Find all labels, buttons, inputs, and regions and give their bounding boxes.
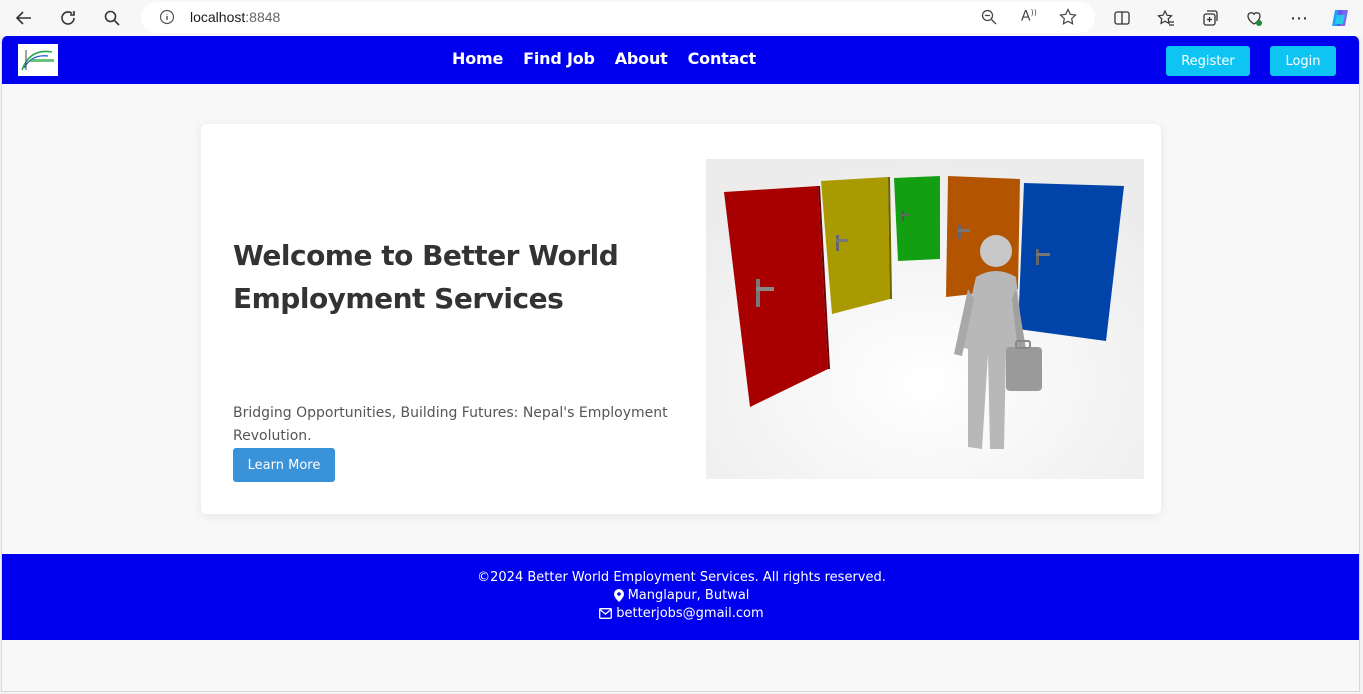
hero-card: Welcome to Better World Employment Servi… xyxy=(201,124,1161,514)
info-icon[interactable] xyxy=(159,9,175,29)
site-logo[interactable] xyxy=(18,44,58,76)
split-screen-icon[interactable] xyxy=(1110,6,1134,30)
nav-links: Home Find Job About Contact xyxy=(452,49,756,68)
login-button[interactable]: Login xyxy=(1270,46,1336,76)
hero-subtitle: Bridging Opportunities, Building Futures… xyxy=(233,405,668,444)
copilot-icon[interactable] xyxy=(1328,6,1352,30)
nav-link-contact[interactable]: Contact xyxy=(688,49,757,68)
url-text: localhost:8848 xyxy=(190,9,281,25)
address-bar[interactable]: localhost:8848 A)) xyxy=(141,2,1095,33)
footer-email[interactable]: betterjobs@gmail.com xyxy=(616,606,763,621)
search-icon[interactable] xyxy=(100,6,124,30)
hero-image-doors xyxy=(706,159,1144,479)
door-green xyxy=(894,176,940,261)
browser-essentials-icon[interactable] xyxy=(1242,6,1266,30)
site-navbar: Home Find Job About Contact Register Log… xyxy=(2,36,1359,84)
zoom-out-icon[interactable] xyxy=(981,9,997,29)
footer-copyright: ©2024 Better World Employment Services. … xyxy=(477,570,886,585)
door-blue xyxy=(1018,183,1124,341)
hero-title: Welcome to Better World Employment Servi… xyxy=(233,239,619,315)
more-options-icon[interactable]: ⋯ xyxy=(1287,6,1311,30)
map-pin-icon xyxy=(613,589,624,602)
favorite-star-icon[interactable] xyxy=(1059,8,1077,30)
site-footer: ©2024 Better World Employment Services. … xyxy=(2,554,1359,640)
door-yellow xyxy=(821,177,890,314)
nav-link-home[interactable]: Home xyxy=(452,49,503,68)
logo-graphic xyxy=(21,50,54,71)
collections-icon[interactable] xyxy=(1198,6,1222,30)
refresh-icon[interactable] xyxy=(56,6,80,30)
read-aloud-icon[interactable]: A)) xyxy=(1021,8,1037,25)
footer-address-row: Manglapur, Butwal xyxy=(2,588,1359,603)
envelope-icon xyxy=(599,608,613,619)
browser-toolbar: localhost:8848 A)) ⋯ xyxy=(0,0,1363,36)
learn-more-button[interactable]: Learn More xyxy=(233,448,335,482)
nav-link-find-job[interactable]: Find Job xyxy=(523,49,595,68)
register-button[interactable]: Register xyxy=(1166,46,1250,76)
page-viewport: Home Find Job About Contact Register Log… xyxy=(1,36,1360,692)
footer-email-row: betterjobs@gmail.com xyxy=(2,606,1359,621)
nav-link-about[interactable]: About xyxy=(615,49,668,68)
footer-address: Manglapur, Butwal xyxy=(627,588,750,603)
favorites-icon[interactable] xyxy=(1154,6,1178,30)
back-icon[interactable] xyxy=(12,6,36,30)
